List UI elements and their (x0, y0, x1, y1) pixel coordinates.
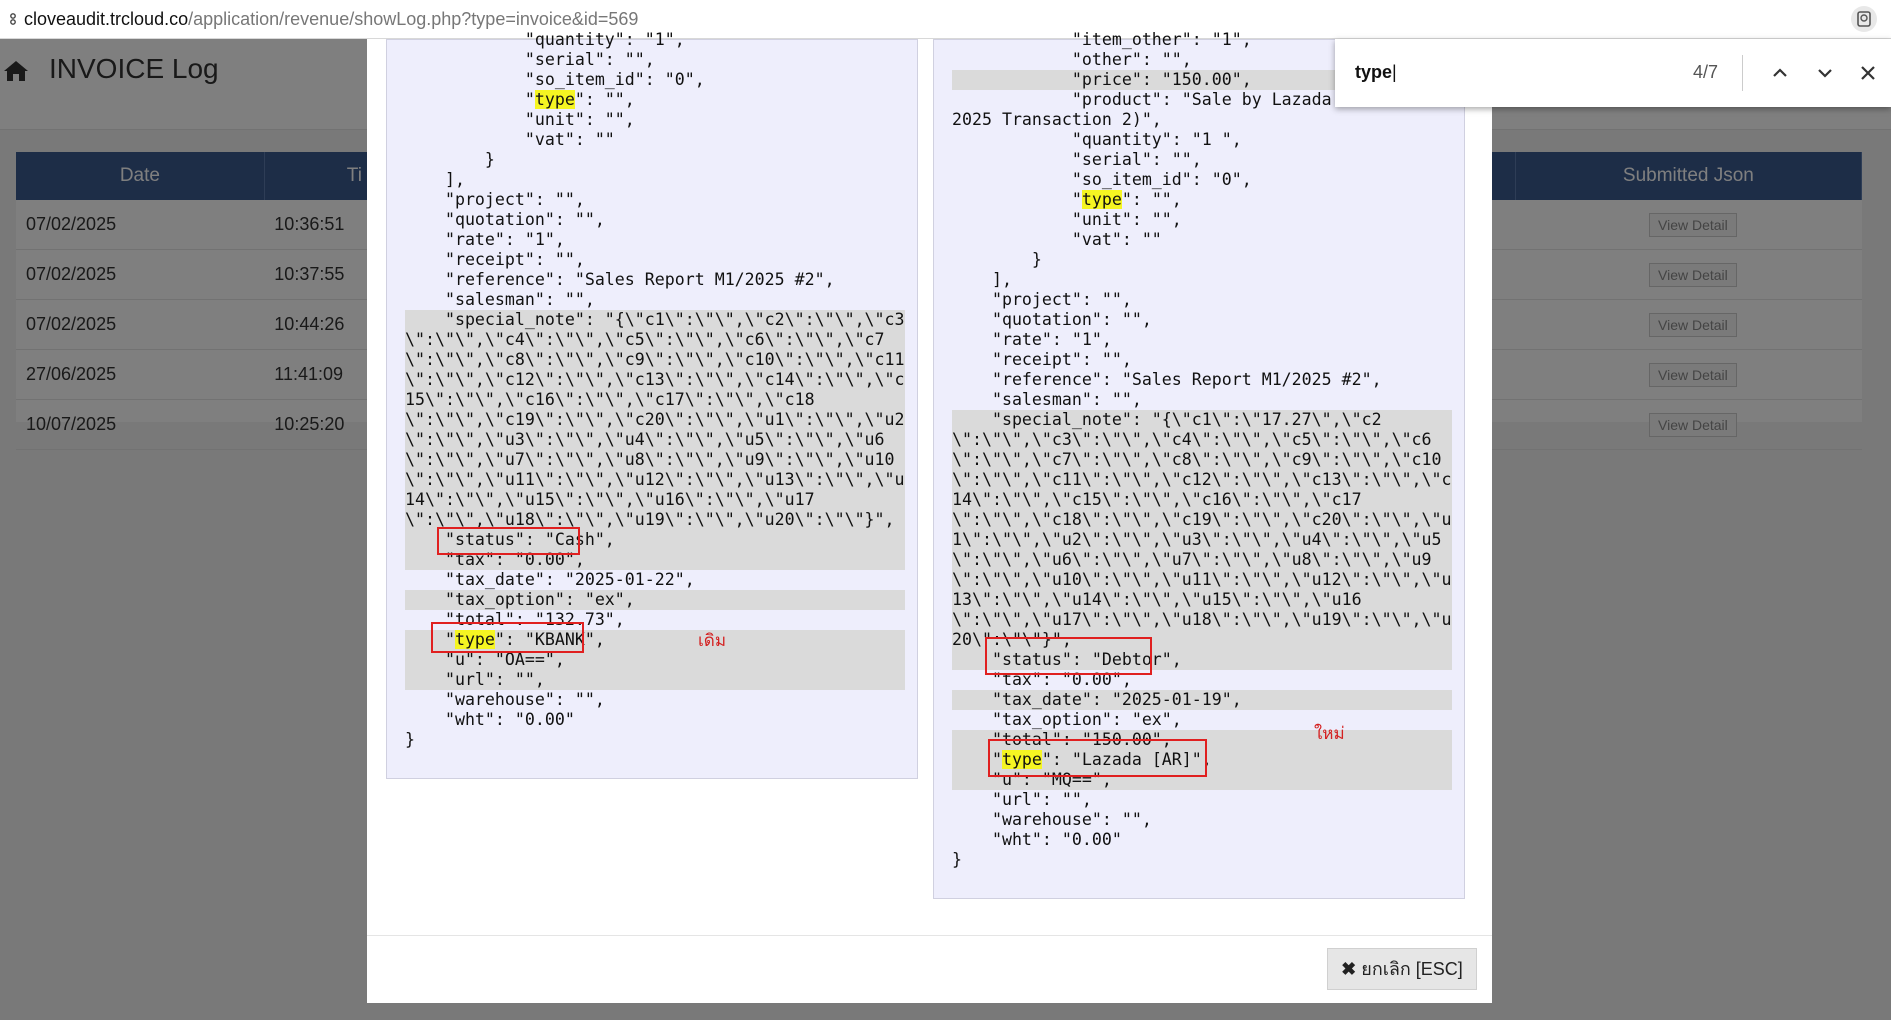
json-line: "unit": "", (405, 110, 635, 129)
find-match-count: 4/7 (1693, 62, 1719, 82)
json-line: \":\"\",\"c19\":\"\",\"c20\":\"\",\"u1\"… (405, 410, 905, 430)
json-line: "url": "", (952, 790, 1092, 809)
json-line: "rate": "1", (405, 230, 565, 249)
json-line: \":\"\",\"u17\":\"\",\"u18\":\"\",\"u19\… (952, 610, 1452, 630)
json-line: "u": "OA==", (405, 650, 905, 670)
log-detail-modal: "quantity": "1", "serial": "", "so_item_… (367, 30, 1492, 1004)
status-highlight-box-new (985, 637, 1152, 675)
json-line: "salesman": "", (405, 290, 595, 309)
chevron-down-icon[interactable] (1810, 58, 1840, 88)
json-line: 1\":\"\",\"u2\":\"\",\"u3\":\"\",\"u4\":… (952, 530, 1452, 550)
find-input[interactable]: type| (1355, 62, 1397, 83)
json-line: ], (405, 170, 465, 189)
json-line: } (405, 150, 495, 169)
json-line: "url": "", (405, 670, 905, 690)
json-line: "tax_option": "ex", (952, 710, 1182, 729)
json-line: "warehouse": "", (405, 690, 605, 709)
json-line: "reference": "Sales Report M1/2025 #2", (952, 370, 1382, 389)
json-line: \":\"\",\"c8\":\"\",\"c9\":\"\",\"c10\":… (405, 350, 905, 370)
url-path: /application/revenue/showLog.php?type=in… (188, 9, 639, 29)
json-line: "reference": "Sales Report M1/2025 #2", (405, 270, 835, 289)
json-line: ], (952, 270, 1012, 289)
close-icon[interactable] (1853, 58, 1883, 88)
find-query: type (1355, 62, 1393, 82)
chevron-up-icon[interactable] (1765, 58, 1795, 88)
json-line: } (952, 850, 962, 869)
json-line: \":\"\",\"u3\":\"\",\"u4\":\"\",\"u5\":\… (405, 430, 905, 450)
json-line: "tax_date": "2025-01-22", (405, 570, 695, 589)
json-line: \":\"\",\"u10\":\"\",\"u11\":\"\",\"u12\… (952, 570, 1452, 590)
json-panel-new: "item_other": "1", "other": "", "price":… (933, 30, 1465, 899)
json-line: 15\":\"\",\"c16\":\"\",\"c17\":\"\",\"c1… (405, 390, 905, 410)
json-line: "receipt": "", (952, 350, 1132, 369)
json-line: \":\"\",\"c7\":\"\",\"c8\":\"\",\"c9\":\… (952, 450, 1452, 470)
type-highlight-box-old (431, 622, 584, 653)
json-line: 14\":\"\",\"u15\":\"\",\"u16\":\"\",\"u1… (405, 490, 905, 510)
json-line: "special_note": "{\"c1\":\"17.27\",\"c2 (952, 410, 1452, 430)
json-line: 14\":\"\",\"c15\":\"\",\"c16\":\"\",\"c1… (952, 490, 1452, 510)
json-line: "type": "", (952, 190, 1182, 209)
json-line: \":\"\",\"c12\":\"\",\"c13\":\"\",\"c14\… (405, 370, 905, 390)
json-line: "so_item_id": "0", (405, 70, 705, 89)
json-line: "special_note": "{\"c1\":\"\",\"c2\":\"\… (405, 310, 905, 330)
json-line: "wht": "0.00" (952, 830, 1122, 849)
json-line: \":\"\",\"c4\":\"\",\"c5\":\"\",\"c6\":\… (405, 330, 905, 350)
zoom-extension-icon[interactable] (1851, 6, 1877, 32)
json-line: "vat": "" (405, 130, 615, 149)
json-line: \":\"\",\"c3\":\"\",\"c4\":\"\",\"c5\":\… (952, 430, 1452, 450)
json-line: "so_item_id": "0", (952, 170, 1252, 189)
modal-footer: ✖ ยกเลิก [ESC] (367, 935, 1492, 1004)
cancel-button-label: ยกเลิก [ESC] (1361, 959, 1463, 979)
json-line: } (405, 730, 415, 749)
url-host: cloveaudit.trcloud.co (24, 9, 189, 29)
find-bar: type| 4/7 (1335, 39, 1891, 107)
json-line: "tax_date": "2025-01-19", (952, 690, 1452, 710)
json-line: "project": "", (952, 290, 1132, 309)
type-highlight-box-new (988, 739, 1207, 777)
site-info-icon[interactable] (8, 13, 18, 25)
json-line: \":\"\",\"u6\":\"\",\"u7\":\"\",\"u8\":\… (952, 550, 1452, 570)
url-field[interactable]: cloveaudit.trcloud.co/application/revenu… (24, 9, 638, 30)
json-line: "rate": "1", (952, 330, 1112, 349)
json-panel-old: "quantity": "1", "serial": "", "so_item_… (386, 30, 918, 779)
json-line: } (952, 250, 1042, 269)
json-line: "quotation": "", (405, 210, 605, 229)
json-line: 13\":\"\",\"u14\":\"\",\"u15\":\"\",\"u1… (952, 590, 1452, 610)
status-highlight-box-old (437, 527, 580, 555)
json-line: "warehouse": "", (952, 810, 1152, 829)
json-line: "serial": "", (405, 50, 655, 69)
json-line: \":\"\",\"c18\":\"\",\"c19\":\"\",\"c20\… (952, 510, 1452, 530)
json-line: \":\"\",\"u7\":\"\",\"u8\":\"\",\"u9\":\… (405, 450, 905, 470)
json-line: "quotation": "", (952, 310, 1152, 329)
json-line: "wht": "0.00" (405, 710, 575, 729)
json-line: \":\"\",\"c11\":\"\",\"c12\":\"\",\"c13\… (952, 470, 1452, 490)
browser-address-bar: cloveaudit.trcloud.co/application/revenu… (0, 0, 1891, 39)
note-new: ใหม่ (1314, 724, 1345, 743)
json-line: "unit": "", (952, 210, 1182, 229)
json-line: "type": "", (405, 90, 635, 109)
json-line: "receipt": "", (405, 250, 585, 269)
json-line: "vat": "" (952, 230, 1162, 249)
cancel-button[interactable]: ✖ ยกเลิก [ESC] (1327, 948, 1477, 990)
json-line: 2025 Transaction 2)", (952, 110, 1162, 129)
json-line: "quantity": "1", (405, 30, 685, 49)
note-old: เดิม (698, 631, 727, 650)
json-line: "quantity": "1 ", (952, 130, 1242, 149)
close-icon: ✖ (1341, 959, 1362, 979)
json-line: \":\"\",\"u11\":\"\",\"u12\":\"\",\"u13\… (405, 470, 905, 490)
json-line: "tax_option": "ex", (405, 590, 905, 610)
json-line: "salesman": "", (952, 390, 1142, 409)
find-separator (1742, 55, 1743, 91)
json-line: "serial": "", (952, 150, 1202, 169)
json-line: "project": "", (405, 190, 585, 209)
